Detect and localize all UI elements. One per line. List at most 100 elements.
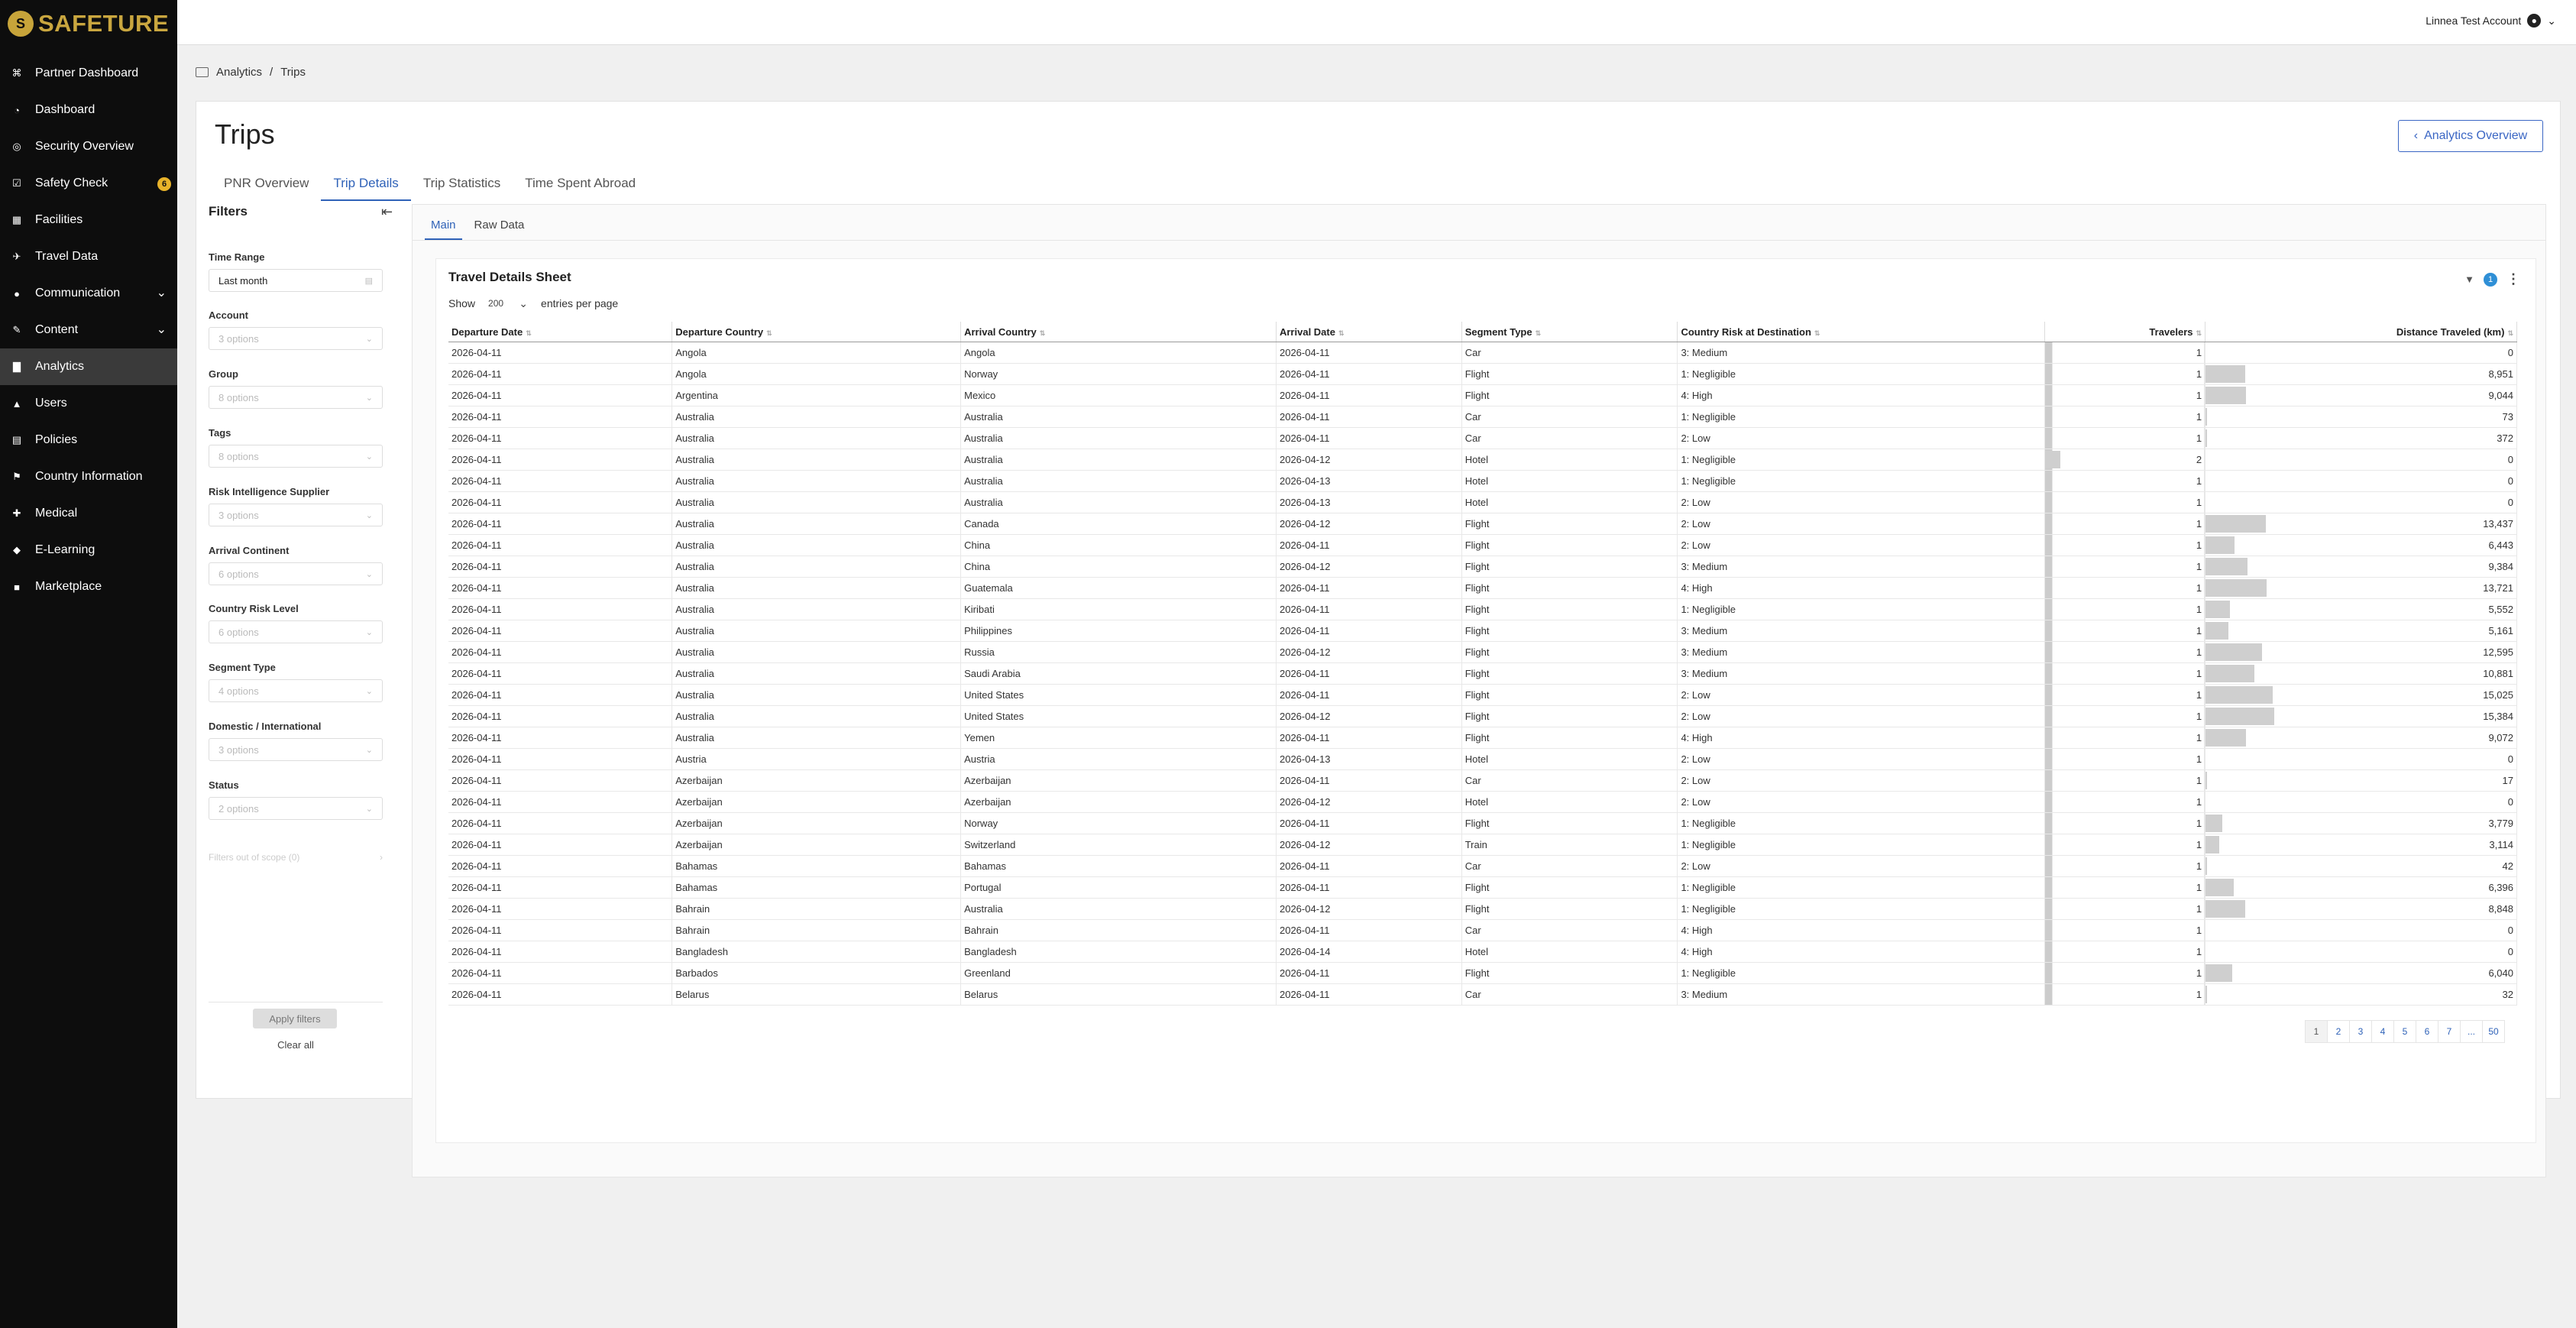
table-row[interactable]: 2026-04-11 Azerbaijan Norway 2026-04-11 Flig… [448, 812, 2517, 834]
filter-select[interactable]: 6 options ⌄ [209, 620, 383, 643]
filter-select[interactable]: 8 options ⌄ [209, 386, 383, 409]
table-row[interactable]: 2026-04-11 Azerbaijan Azerbaijan 2026-04-11… [448, 769, 2517, 792]
sort-icon[interactable]: ⇅ [1338, 329, 1345, 337]
table-row[interactable]: 2026-04-11 Angola Norway 2026-04-11 Flight 1:… [448, 363, 2517, 385]
page-1[interactable]: 1 [2305, 1020, 2328, 1043]
filter-select[interactable]: Last month ▤ [209, 269, 383, 292]
page-50[interactable]: 50 [2482, 1020, 2505, 1043]
table-row[interactable]: 2026-04-11 Austria Austria 2026-04-13 Hotel 2… [448, 748, 2517, 770]
sidebar-item-security-overview[interactable]: ◎ Security Overview [0, 128, 177, 165]
filter-icon[interactable]: ▼ [2464, 274, 2474, 285]
filter-select[interactable]: 3 options ⌄ [209, 327, 383, 350]
logo[interactable]: S SAFETURE [8, 6, 169, 41]
account-menu[interactable]: Linnea Test Account ● ⌄ [2426, 14, 2556, 28]
column-header-departure-date[interactable]: Departure Date ⇅ [448, 322, 673, 342]
sort-icon[interactable]: ⇅ [1814, 329, 1820, 337]
tab-trip-statistics[interactable]: Trip Statistics [411, 167, 513, 199]
table-row[interactable]: 2026-04-11 Barbados Greenland 2026-04-11 Fli… [448, 962, 2517, 984]
table-row[interactable]: 2026-04-11 Angola Angola 2026-04-11 Car 3: Me… [448, 342, 2517, 364]
breadcrumb-analytics[interactable]: Analytics [216, 66, 262, 79]
entries-per-page-select[interactable]: 200 ⌄ [483, 294, 534, 313]
more-menu-icon[interactable]: ⋮ [2506, 271, 2520, 287]
sort-icon[interactable]: ⇅ [1536, 329, 1542, 337]
sidebar-item-policies[interactable]: ▤ Policies [0, 422, 177, 458]
sidebar-item-content[interactable]: ✎ Content ⌄ [0, 312, 177, 348]
table-row[interactable]: 2026-04-11 Australia Russia 2026-04-12 Fligh… [448, 641, 2517, 663]
sort-icon[interactable]: ⇅ [526, 329, 532, 337]
filter-select[interactable]: 2 options ⌄ [209, 797, 383, 820]
table-row[interactable]: 2026-04-11 Australia Australia 2026-04-13 Ho… [448, 491, 2517, 513]
table-row[interactable]: 2026-04-11 Australia United States 2026-04-… [448, 705, 2517, 727]
table-row[interactable]: 2026-04-11 Australia Australia 2026-04-11 Ca… [448, 406, 2517, 428]
sidebar-item-country-information[interactable]: ⚑ Country Information [0, 458, 177, 495]
table-row[interactable]: 2026-04-11 Australia Australia 2026-04-11 Ca… [448, 427, 2517, 449]
filter-select[interactable]: 8 options ⌄ [209, 445, 383, 468]
table-row[interactable]: 2026-04-11 Australia Saudi Arabia 2026-04-1… [448, 662, 2517, 685]
table-row[interactable]: 2026-04-11 Australia Philippines 2026-04-11… [448, 620, 2517, 642]
column-header-country-risk-at-destination[interactable]: Country Risk at Destination ⇅ [1677, 322, 2045, 342]
table-row[interactable]: 2026-04-11 Australia China 2026-04-11 Flight… [448, 534, 2517, 556]
sidebar-item-e-learning[interactable]: ◆ E-Learning [0, 532, 177, 568]
sidebar-item-facilities[interactable]: ▦ Facilities [0, 202, 177, 238]
page-6[interactable]: 6 [2416, 1020, 2438, 1043]
table-row[interactable]: 2026-04-11 Argentina Mexico 2026-04-11 Fligh… [448, 384, 2517, 406]
sidebar-item-communication[interactable]: ● Communication ⌄ [0, 275, 177, 312]
collapse-filters-icon[interactable]: ⇤ [381, 204, 393, 220]
column-header-arrival-date[interactable]: Arrival Date ⇅ [1276, 322, 1462, 342]
tab-time-spent-abroad[interactable]: Time Spent Abroad [513, 167, 648, 199]
table-row[interactable]: 2026-04-11 Australia Yemen 2026-04-11 Flight… [448, 727, 2517, 749]
table-row[interactable]: 2026-04-11 Bangladesh Bangladesh 2026-04-14… [448, 941, 2517, 963]
column-header-departure-country[interactable]: Departure Country ⇅ [672, 322, 962, 342]
page-7[interactable]: 7 [2438, 1020, 2461, 1043]
sort-icon[interactable]: ⇅ [2196, 329, 2202, 337]
column-header-segment-type[interactable]: Segment Type ⇅ [1461, 322, 1678, 342]
sidebar-item-analytics[interactable]: ▇ Analytics [0, 348, 177, 385]
filter-select[interactable]: 6 options ⌄ [209, 562, 383, 585]
table-row[interactable]: 2026-04-11 Australia United States 2026-04-… [448, 684, 2517, 706]
filters-out-of-scope[interactable]: Filters out of scope (0) › [209, 852, 383, 863]
table-row[interactable]: 2026-04-11 Bahamas Bahamas 2026-04-11 Car 2: … [448, 855, 2517, 877]
table-row[interactable]: 2026-04-11 Bahamas Portugal 2026-04-11 Fligh… [448, 876, 2517, 899]
table-row[interactable]: 2026-04-11 Azerbaijan Azerbaijan 2026-04-12… [448, 791, 2517, 813]
column-header-arrival-country[interactable]: Arrival Country ⇅ [960, 322, 1277, 342]
table-row[interactable]: 2026-04-11 Bahrain Australia 2026-04-12 Flig… [448, 898, 2517, 920]
cell-value: 32 [2502, 989, 2513, 1000]
sidebar-item-travel-data[interactable]: ✈ Travel Data [0, 238, 177, 275]
table-row[interactable]: 2026-04-11 Australia Australia 2026-04-12 Ho… [448, 449, 2517, 471]
table-row[interactable]: 2026-04-11 Australia Canada 2026-04-12 Fligh… [448, 513, 2517, 535]
sidebar-item-partner-dashboard[interactable]: ⌘ Partner Dashboard [0, 55, 177, 92]
table-row[interactable]: 2026-04-11 Bahrain Bahrain 2026-04-11 Car 4: … [448, 919, 2517, 941]
table-row[interactable]: 2026-04-11 Australia Kiribati 2026-04-11 Fli… [448, 598, 2517, 620]
chevron-down-icon[interactable]: ⌄ [157, 322, 167, 337]
sidebar-item-marketplace[interactable]: ■ Marketplace [0, 568, 177, 605]
apply-filters-button[interactable]: Apply filters [253, 1009, 337, 1028]
column-header-travelers[interactable]: Travelers ⇅ [2044, 322, 2206, 342]
sidebar-item-dashboard[interactable]: ◔ Dashboard [0, 92, 177, 128]
clear-all-link[interactable]: Clear all [209, 1039, 383, 1051]
table-row[interactable]: 2026-04-11 Belarus Belarus 2026-04-11 Car 3: … [448, 983, 2517, 1006]
subtab-raw-data[interactable]: Raw Data [468, 214, 531, 238]
filter-select[interactable]: 4 options ⌄ [209, 679, 383, 702]
page-4[interactable]: 4 [2371, 1020, 2394, 1043]
sidebar-item-users[interactable]: ▲ Users [0, 385, 177, 422]
filter-count-badge[interactable]: 1 [2484, 272, 2497, 287]
table-row[interactable]: 2026-04-11 Australia China 2026-04-12 Flight… [448, 555, 2517, 578]
table-row[interactable]: 2026-04-11 Australia Australia 2026-04-13 Ho… [448, 470, 2517, 492]
table-scroll[interactable]: Departure Date ⇅ Departure Country ⇅ Arrival… [448, 322, 2517, 1009]
subtab-main[interactable]: Main [425, 214, 462, 240]
sort-icon[interactable]: ⇅ [2507, 329, 2513, 337]
page-5[interactable]: 5 [2393, 1020, 2416, 1043]
analytics-overview-button[interactable]: ‹ Analytics Overview [2398, 120, 2543, 152]
filter-select[interactable]: 3 options ⌄ [209, 738, 383, 761]
sidebar-item-safety-check[interactable]: ☑ Safety Check 6 [0, 165, 177, 202]
table-row[interactable]: 2026-04-11 Australia Guatemala 2026-04-11 Fl… [448, 577, 2517, 599]
table-row[interactable]: 2026-04-11 Azerbaijan Switzerland 2026-04-1… [448, 834, 2517, 856]
chevron-down-icon[interactable]: ⌄ [157, 285, 167, 300]
page-2[interactable]: 2 [2327, 1020, 2350, 1043]
column-header-distance-traveled-km[interactable]: Distance Traveled (km) ⇅ [2205, 322, 2517, 342]
sort-icon[interactable]: ⇅ [1040, 329, 1046, 337]
sort-icon[interactable]: ⇅ [766, 329, 772, 337]
page-3[interactable]: 3 [2349, 1020, 2372, 1043]
sidebar-item-medical[interactable]: ✚ Medical [0, 495, 177, 532]
filter-select[interactable]: 3 options ⌄ [209, 504, 383, 526]
